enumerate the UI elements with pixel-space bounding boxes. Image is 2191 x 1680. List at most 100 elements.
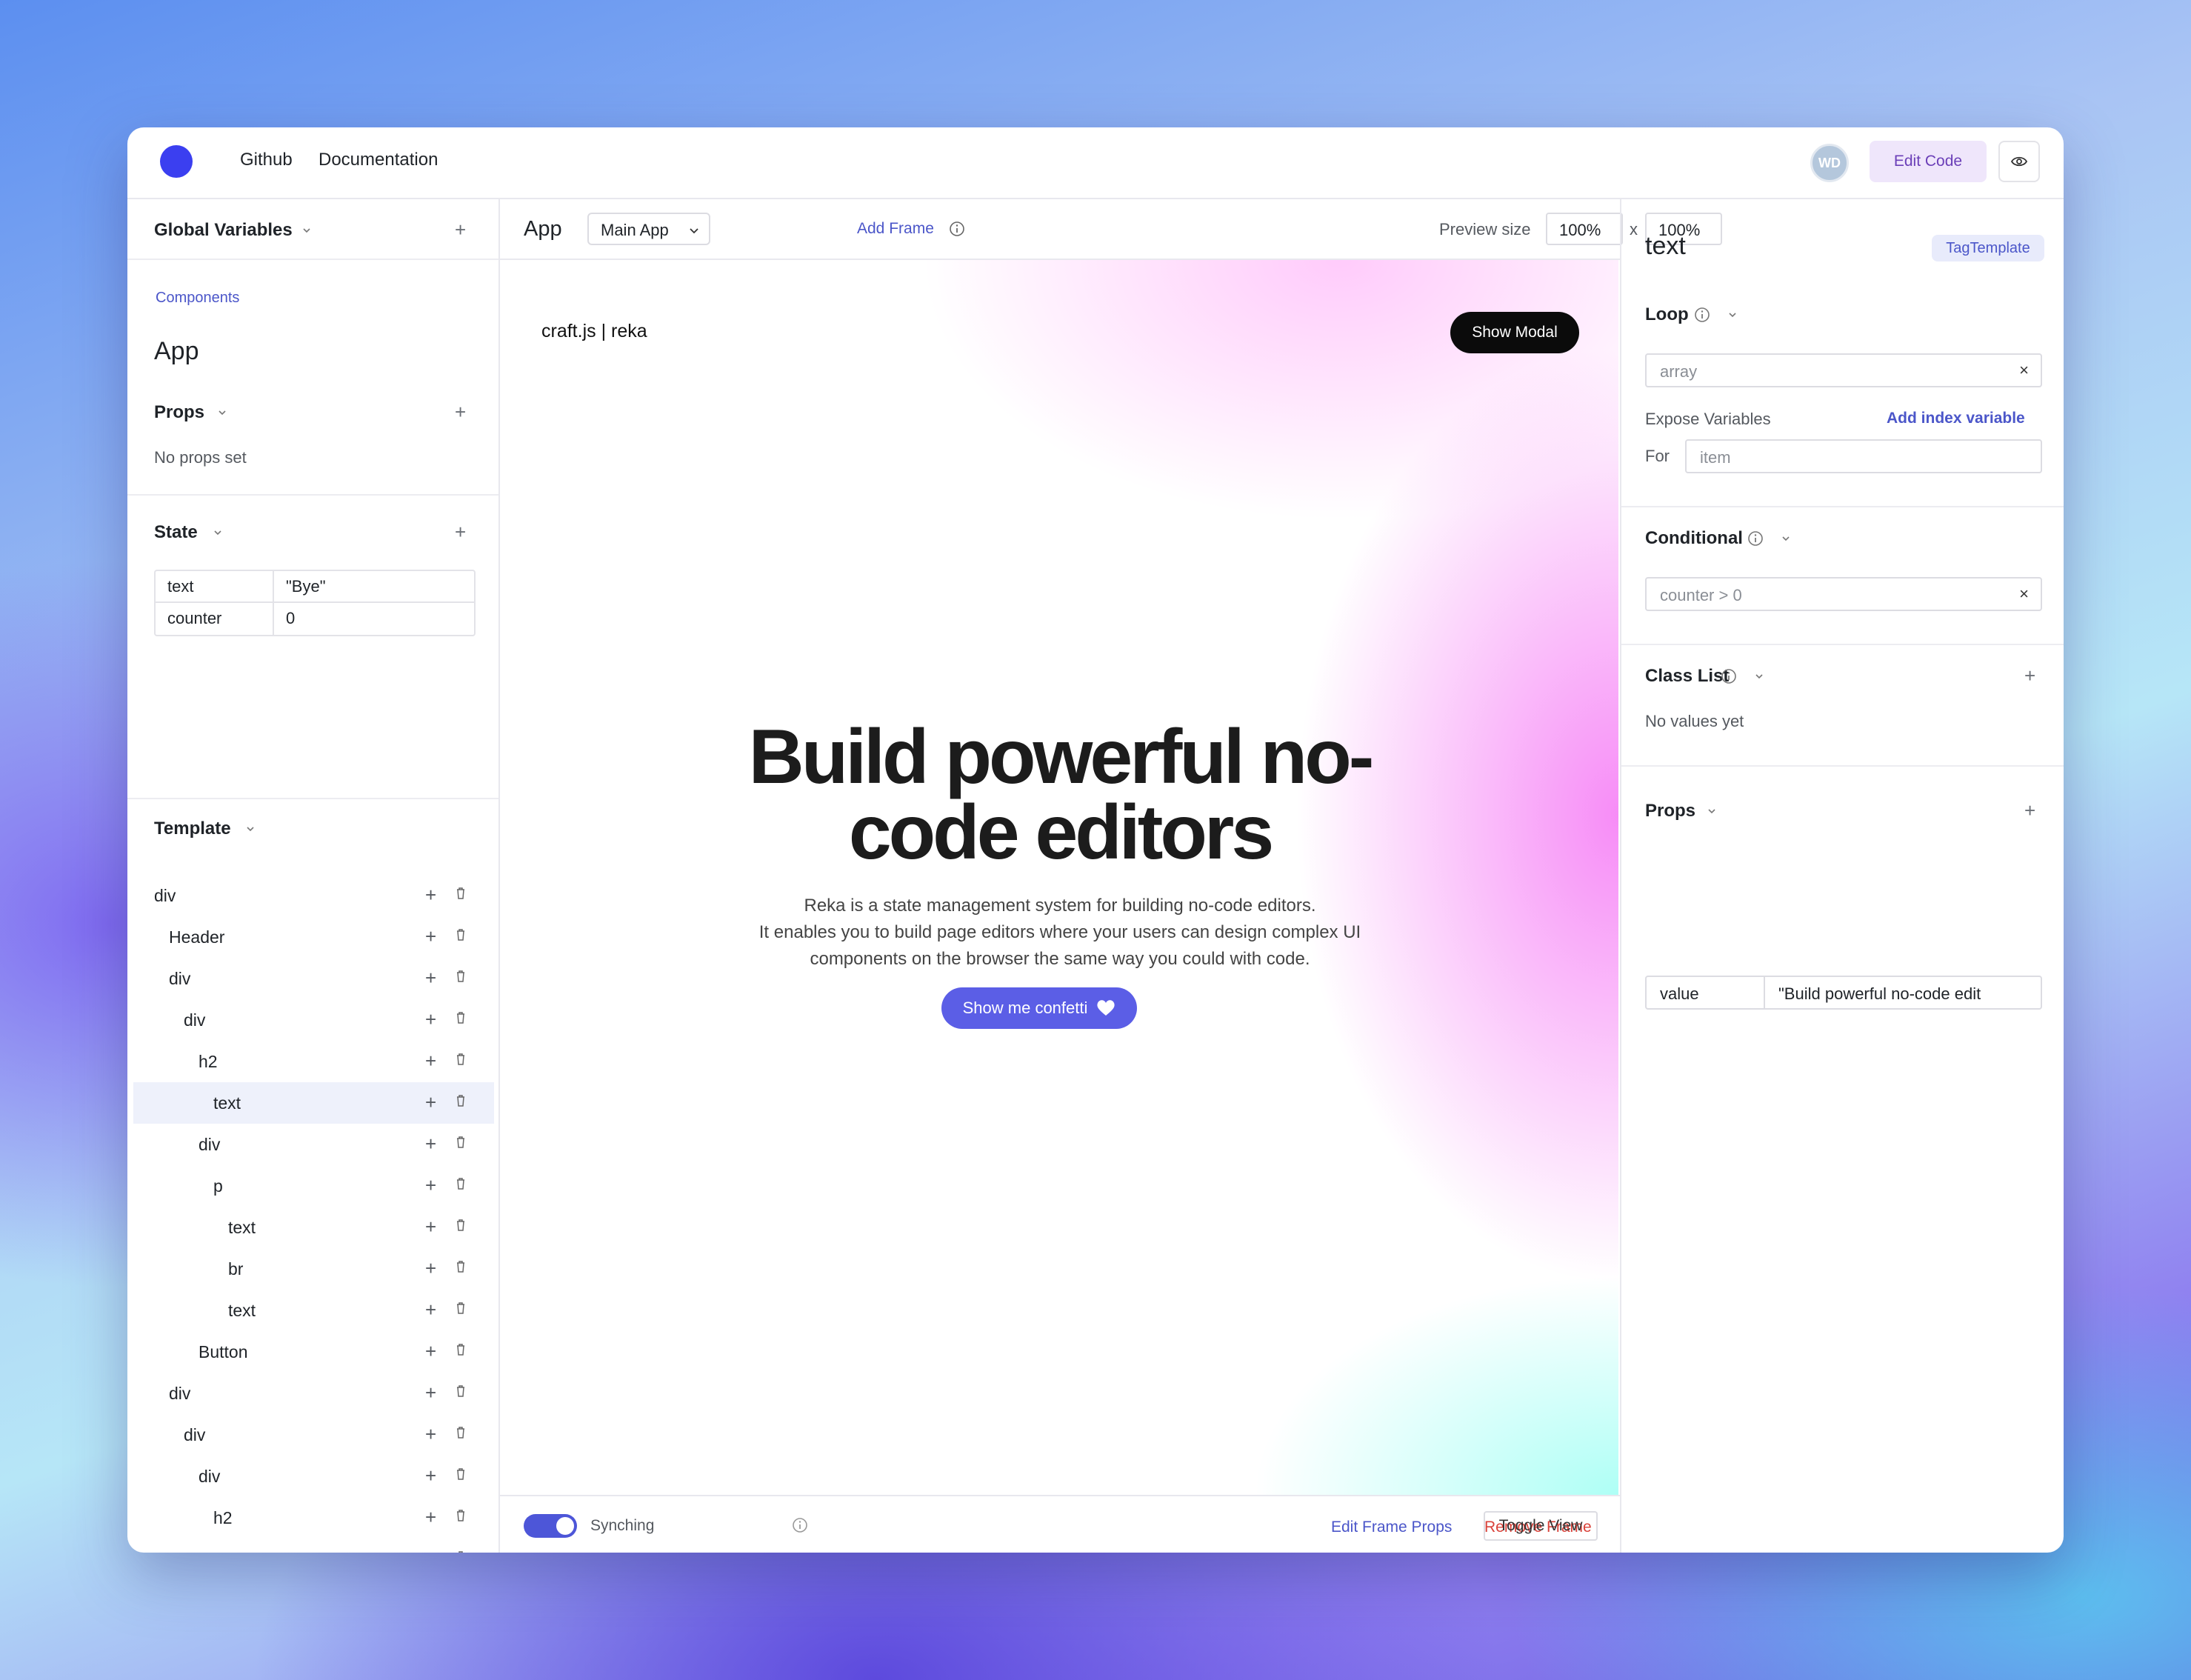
chevron-down-icon[interactable]: [1753, 670, 1765, 682]
tree-node[interactable]: h2 +: [133, 1497, 494, 1539]
trash-icon[interactable]: [455, 1094, 467, 1107]
add-child-icon[interactable]: +: [425, 1423, 436, 1446]
tree-node[interactable]: text +: [133, 1539, 494, 1553]
add-child-icon[interactable]: +: [425, 1008, 436, 1031]
prop-value[interactable]: "Build powerful no-code edit: [1765, 977, 1994, 1008]
tree-node[interactable]: text +: [133, 1290, 494, 1331]
components-link[interactable]: Components: [156, 290, 239, 307]
add-class-icon[interactable]: +: [2024, 666, 2035, 685]
confetti-button[interactable]: Show me confetti: [941, 987, 1137, 1029]
add-child-icon[interactable]: +: [425, 925, 436, 948]
chevron-down-icon[interactable]: [212, 527, 224, 539]
add-child-icon[interactable]: +: [425, 1216, 436, 1239]
add-child-icon[interactable]: +: [425, 1257, 436, 1280]
tree-node[interactable]: div +: [133, 875, 494, 916]
add-index-variable-link[interactable]: Add index variable: [1887, 410, 2025, 427]
tree-node[interactable]: text +: [133, 1207, 494, 1248]
add-child-icon[interactable]: +: [425, 1133, 436, 1156]
synching-toggle[interactable]: [524, 1514, 577, 1538]
conditional-title[interactable]: Conditional: [1645, 528, 1743, 549]
show-modal-button[interactable]: Show Modal: [1450, 312, 1579, 353]
info-icon[interactable]: [1747, 530, 1764, 547]
class-list-title[interactable]: Class List: [1645, 666, 1729, 687]
loop-iterator-input[interactable]: array ×: [1645, 353, 2042, 387]
clear-icon[interactable]: ×: [2019, 361, 2029, 380]
add-child-icon[interactable]: +: [425, 1506, 436, 1529]
global-variables-title[interactable]: Global Variables: [154, 220, 293, 241]
trash-icon[interactable]: [455, 1509, 467, 1522]
props-title[interactable]: Props: [1645, 801, 1695, 821]
trash-icon[interactable]: [455, 1301, 467, 1315]
trash-icon[interactable]: [455, 1011, 467, 1024]
nav-link-github[interactable]: Github: [240, 150, 293, 170]
chevron-down-icon[interactable]: [1706, 805, 1718, 817]
tree-node[interactable]: div +: [133, 1124, 494, 1165]
chevron-down-icon[interactable]: [1727, 309, 1738, 321]
loop-alias-input[interactable]: item: [1685, 439, 2042, 473]
toggle-view-button[interactable]: Toggle View: [1484, 1511, 1598, 1541]
frame-select[interactable]: Main App: [587, 213, 710, 245]
state-title[interactable]: State: [154, 522, 198, 543]
clear-icon[interactable]: ×: [2019, 584, 2029, 604]
add-frame-link[interactable]: Add Frame: [857, 220, 934, 238]
prop-key[interactable]: value: [1647, 977, 1765, 1008]
trash-icon[interactable]: [455, 1550, 467, 1553]
tree-node[interactable]: br +: [133, 1248, 494, 1290]
tree-node[interactable]: div +: [133, 1414, 494, 1456]
add-state-icon[interactable]: +: [455, 522, 466, 541]
trash-icon[interactable]: [455, 1053, 467, 1066]
tree-node[interactable]: div +: [133, 1373, 494, 1414]
logo[interactable]: [160, 145, 204, 178]
add-child-icon[interactable]: +: [425, 1547, 436, 1553]
loop-title[interactable]: Loop: [1645, 304, 1689, 325]
trash-icon[interactable]: [455, 970, 467, 983]
add-child-icon[interactable]: +: [425, 1091, 436, 1114]
tree-node[interactable]: Header +: [133, 916, 494, 958]
hero-heading[interactable]: Build powerful no- code editors: [500, 719, 1618, 871]
trash-icon[interactable]: [455, 1384, 467, 1398]
preview-width-input[interactable]: 100%: [1546, 213, 1623, 245]
trash-icon[interactable]: [455, 1219, 467, 1232]
template-title[interactable]: Template: [154, 819, 231, 839]
state-row[interactable]: counter 0: [156, 603, 474, 635]
trash-icon[interactable]: [455, 1177, 467, 1190]
chevron-down-icon[interactable]: [301, 224, 313, 236]
add-child-icon[interactable]: +: [425, 1464, 436, 1487]
props-title[interactable]: Props: [154, 402, 204, 423]
trash-icon[interactable]: [455, 1343, 467, 1356]
trash-icon[interactable]: [455, 928, 467, 941]
tree-node[interactable]: div +: [133, 1456, 494, 1497]
chevron-down-icon[interactable]: [1780, 533, 1792, 544]
chevron-down-icon[interactable]: [216, 407, 228, 419]
add-child-icon[interactable]: +: [425, 1381, 436, 1404]
edit-code-button[interactable]: Edit Code: [1870, 141, 1987, 182]
frame-canvas[interactable]: craft.js | reka Show Modal Build powerfu…: [500, 260, 1618, 1495]
add-child-icon[interactable]: +: [425, 1050, 436, 1073]
add-prop-icon[interactable]: +: [455, 402, 466, 421]
tree-node[interactable]: div +: [133, 999, 494, 1041]
edit-frame-props-link[interactable]: Edit Frame Props: [1331, 1519, 1452, 1536]
tree-node[interactable]: text +: [133, 1082, 494, 1124]
add-child-icon[interactable]: +: [425, 1340, 436, 1363]
add-child-icon[interactable]: +: [425, 1299, 436, 1321]
trash-icon[interactable]: [455, 1136, 467, 1149]
tree-node[interactable]: h2 +: [133, 1041, 494, 1082]
state-value[interactable]: 0: [274, 603, 307, 635]
trash-icon[interactable]: [455, 887, 467, 900]
state-value[interactable]: "Bye": [274, 571, 338, 601]
state-key[interactable]: text: [156, 571, 274, 601]
tree-node[interactable]: p +: [133, 1165, 494, 1207]
info-icon[interactable]: [1694, 307, 1710, 323]
preview-toggle-button[interactable]: [1998, 141, 2040, 182]
tree-node[interactable]: div +: [133, 958, 494, 999]
info-icon[interactable]: [1721, 668, 1737, 684]
add-global-variable-icon[interactable]: +: [455, 220, 466, 239]
info-icon[interactable]: [949, 221, 965, 237]
add-child-icon[interactable]: +: [425, 967, 436, 990]
tree-node[interactable]: Button +: [133, 1331, 494, 1373]
add-prop-icon[interactable]: +: [2024, 801, 2035, 820]
state-key[interactable]: counter: [156, 603, 274, 635]
nav-link-documentation[interactable]: Documentation: [319, 150, 438, 170]
add-child-icon[interactable]: +: [425, 884, 436, 907]
trash-icon[interactable]: [455, 1260, 467, 1273]
